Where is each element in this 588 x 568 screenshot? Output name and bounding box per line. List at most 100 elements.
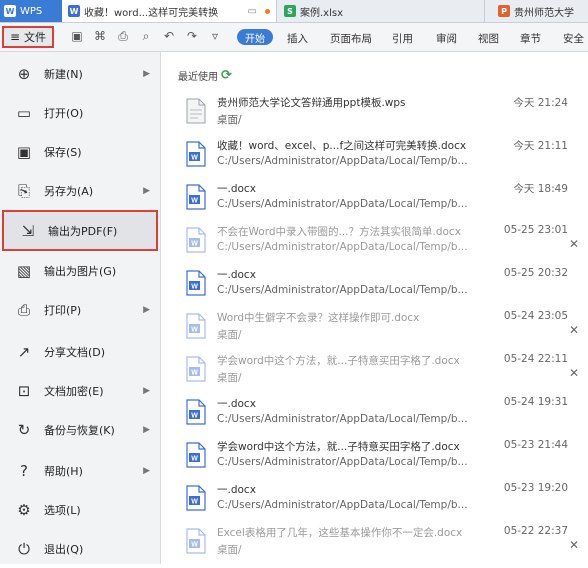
tab-start[interactable]: 开始 bbox=[237, 29, 273, 45]
recent-file-path: 桌面/ bbox=[217, 329, 242, 341]
print-preview-icon[interactable]: ⌕ bbox=[139, 29, 153, 44]
tab-document[interactable]: W 收藏！word...这样可完美转换 ▭ bbox=[62, 0, 277, 22]
chevron-right-icon: ▶ bbox=[143, 385, 150, 396]
menu-item-new[interactable]: ⊕ 新建(N) ▶ bbox=[0, 54, 160, 93]
recent-file-item[interactable]: W 一.docx C:/Users/Administrator/AppData/Lo… bbox=[176, 479, 588, 519]
menu-item-export-pdf[interactable]: ⇲ 输出为PDF(F) bbox=[2, 210, 158, 251]
recent-file-path: C:/Users/Administrator/AppData/Local/Tem… bbox=[217, 499, 468, 511]
menu-item-exit[interactable]: ⏻ 退出(Q) bbox=[0, 529, 160, 568]
menu-item-label: 输出为图片(G) bbox=[44, 264, 117, 278]
recent-file-name: 学会word中这个方法，就...子特意买田字格了.docx bbox=[217, 355, 460, 367]
svg-text:W: W bbox=[191, 198, 198, 205]
redo-icon[interactable]: ↷ bbox=[185, 29, 199, 44]
tab-references[interactable]: 引用 bbox=[392, 31, 413, 46]
word-doc-icon: W bbox=[68, 5, 80, 17]
menu-item-encrypt[interactable]: ⊡ 文档加密(E) ▶ bbox=[0, 371, 160, 410]
ribbon-toolbar: ≡ 文件 ▣ ⌘ ⎙ ⌕ ↶ ↷ ▿ 开始 插入 页面布局 引用 审阅 视图 章… bbox=[0, 23, 588, 52]
recent-file-name: 一.docx bbox=[217, 398, 256, 410]
wps-logo-icon: W bbox=[4, 5, 16, 17]
title-bar: W WPS W 收藏！word...这样可完美转换 ▭ S 案例.xlsx P … bbox=[0, 0, 588, 23]
remove-recent-close-icon[interactable]: ✕ bbox=[569, 237, 579, 251]
recent-file-time: 05-25 23:01 bbox=[503, 224, 568, 236]
save-icon: ▣ bbox=[16, 142, 32, 161]
save-icon[interactable]: ▣ bbox=[70, 29, 84, 44]
save-as-icon: ⎘ bbox=[17, 181, 30, 200]
menu-item-options[interactable]: ⚙ 选项(L) bbox=[0, 490, 160, 529]
recent-file-time: 05-23 19:20 bbox=[503, 482, 568, 494]
recent-file-item[interactable]: W Word中生僻字不会录？这样操作即可.docx 桌面/05-24 23:05 ✕ bbox=[176, 307, 588, 347]
recent-file-time: 05-24 19:31 bbox=[503, 396, 568, 408]
remove-recent-close-icon[interactable]: ✕ bbox=[569, 538, 579, 552]
recent-file-name: Excel表格用了几年，这些基本操作你不一定会.docx bbox=[217, 527, 463, 539]
word-document-icon: W bbox=[186, 399, 206, 425]
recent-file-path: C:/Users/Administrator/AppData/Local/Tem… bbox=[217, 198, 468, 210]
tab-document-label: 收藏！word...这样可完美转换 bbox=[84, 7, 219, 19]
tab-chapter[interactable]: 章节 bbox=[520, 31, 541, 46]
menu-item-label: 另存为(A) bbox=[44, 184, 94, 198]
remove-recent-close-icon[interactable]: ✕ bbox=[569, 323, 579, 337]
menu-item-share[interactable]: ↗ 分享文档(D) bbox=[0, 332, 160, 371]
tab-view[interactable]: 视图 bbox=[478, 31, 499, 46]
recent-file-name: 一.docx bbox=[217, 484, 256, 496]
chevron-right-icon: ▶ bbox=[143, 68, 150, 79]
recent-file-time: 05-22 22:37 bbox=[503, 525, 568, 537]
menu-item-help[interactable]: ? 帮助(H) ▶ bbox=[0, 451, 160, 490]
recent-file-path: C:/Users/Administrator/AppData/Local/Tem… bbox=[217, 413, 468, 425]
tab-security[interactable]: 安全 bbox=[563, 31, 584, 46]
file-menu-button[interactable]: ≡ 文件 bbox=[2, 26, 54, 48]
svg-text:W: W bbox=[191, 542, 198, 549]
menu-item-open[interactable]: ▭ 打开(O) bbox=[0, 93, 160, 132]
hamburger-icon: ≡ bbox=[9, 30, 21, 44]
menu-item-label: 输出为PDF(F) bbox=[48, 224, 118, 238]
customize-dropdown-icon[interactable]: ▿ bbox=[208, 29, 222, 44]
recent-file-item[interactable]: W Excel表格用了几年，这些基本操作你不一定会.docx 桌面/05-22 22… bbox=[176, 522, 588, 562]
recent-file-item[interactable]: 贵州师范大学论文答辩通用ppt模板.wps 桌面/今天 21:24 bbox=[176, 92, 588, 132]
remove-recent-close-icon[interactable]: ✕ bbox=[569, 366, 579, 380]
recent-file-item[interactable]: W 收藏！word、excel、p...f之间这样可完美转换.docx C:/Use… bbox=[176, 135, 588, 175]
recent-file-time: 05-24 22:11 bbox=[503, 353, 568, 365]
menu-item-label: 新建(N) bbox=[44, 67, 83, 81]
file-menu-panel: ⊕ 新建(N) ▶ ▭ 打开(O) ▣ 保存(S) ⎘ 另存为(A) ▶ ⇲ 输… bbox=[0, 52, 161, 564]
tab-spreadsheet-label: 案例.xlsx bbox=[300, 7, 344, 19]
svg-text:W: W bbox=[191, 155, 198, 162]
tab-review[interactable]: 审阅 bbox=[436, 31, 457, 46]
tab-presentation[interactable]: P 贵州师范大学 bbox=[492, 0, 588, 22]
print-icon[interactable]: ⎙ bbox=[116, 29, 130, 44]
recent-file-item[interactable]: W 学会word中这个方法，就...子特意买田字格了.docx 桌面/05-24 2… bbox=[176, 350, 588, 390]
recent-file-name: 一.docx bbox=[217, 269, 256, 281]
tab-wps-home[interactable]: W WPS bbox=[0, 0, 64, 22]
recent-file-item[interactable]: W 学会word中这个方法，就...子特意买田字格了.docx C:/Users/A… bbox=[176, 436, 588, 476]
recent-file-item[interactable]: W 一.docx C:/Users/Administrator/AppData/Lo… bbox=[176, 264, 588, 304]
menu-item-save-as[interactable]: ⎘ 另存为(A) ▶ bbox=[0, 171, 160, 210]
svg-text:W: W bbox=[191, 413, 198, 420]
format-painter-icon[interactable]: ⌘ bbox=[93, 29, 107, 44]
menu-item-save[interactable]: ▣ 保存(S) bbox=[0, 132, 160, 171]
chevron-right-icon: ▶ bbox=[143, 304, 150, 315]
tab-spreadsheet[interactable]: S 案例.xlsx bbox=[278, 0, 485, 22]
recent-file-name: 不会在Word中录入带圈的...？方法其实很简单.docx bbox=[217, 226, 461, 238]
tab-insert[interactable]: 插入 bbox=[287, 31, 308, 46]
word-document-icon: W bbox=[186, 485, 206, 511]
recent-file-path: C:/Users/Administrator/AppData/Local/Tem… bbox=[217, 284, 468, 296]
backup-icon: ↻ bbox=[17, 420, 31, 439]
word-document-icon: W bbox=[186, 270, 206, 296]
refresh-icon[interactable]: ⟳ bbox=[221, 68, 232, 83]
recent-file-path: C:/Users/Administrator/AppData/Local/Tem… bbox=[217, 456, 468, 468]
chevron-right-icon: ▶ bbox=[143, 424, 150, 435]
svg-text:W: W bbox=[191, 284, 198, 291]
word-document-icon: W bbox=[186, 227, 206, 253]
menu-item-export-image[interactable]: ▧ 输出为图片(G) bbox=[0, 251, 160, 290]
menu-item-print[interactable]: ⎙ 打印(P) ▶ bbox=[0, 290, 160, 329]
menu-item-backup[interactable]: ↻ 备份与恢复(K) ▶ bbox=[0, 410, 160, 449]
tab-page-layout[interactable]: 页面布局 bbox=[330, 31, 372, 46]
recent-file-item[interactable]: W 一.docx C:/Users/Administrator/AppData/Lo… bbox=[176, 393, 588, 433]
undo-icon[interactable]: ↶ bbox=[162, 29, 176, 44]
share-icon: ↗ bbox=[17, 342, 31, 361]
svg-text:W: W bbox=[191, 499, 198, 506]
menu-item-label: 打开(O) bbox=[44, 106, 84, 120]
recent-file-item[interactable]: W 不会在Word中录入带圈的...？方法其实很简单.docx C:/Users/A… bbox=[176, 221, 588, 261]
recent-file-item[interactable]: W 一.docx C:/Users/Administrator/AppData/Lo… bbox=[176, 178, 588, 218]
word-document-icon: W bbox=[186, 528, 206, 554]
word-document-icon: W bbox=[186, 141, 206, 167]
monitor-icon[interactable]: ▭ bbox=[248, 6, 257, 17]
